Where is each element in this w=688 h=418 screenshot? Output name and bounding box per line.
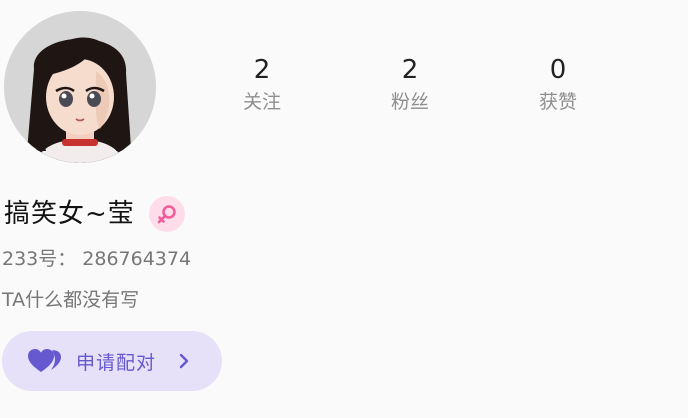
uid-value: 286764374	[82, 248, 192, 270]
user-id: 233号： 286764374	[2, 244, 191, 274]
stat-likes[interactable]: 0 获赞	[508, 54, 608, 116]
female-gender-badge	[148, 196, 185, 232]
female-icon	[157, 205, 176, 224]
heart-pair-icon	[28, 349, 61, 372]
stat-fans[interactable]: 2 粉丝	[360, 54, 460, 116]
following-label: 关注	[242, 91, 281, 113]
likes-count: 0	[549, 55, 567, 85]
stat-following[interactable]: 2 关注	[212, 54, 312, 116]
fans-label: 粉丝	[390, 91, 429, 113]
following-count: 2	[253, 55, 271, 85]
fans-count: 2	[401, 55, 419, 85]
apply-pair-label: 申请配对	[76, 351, 157, 374]
avatar-illustration	[4, 11, 156, 163]
nickname: 搞笑女~莹	[4, 199, 135, 229]
avatar[interactable]	[4, 11, 156, 163]
nickname-row: 搞笑女~莹	[4, 194, 185, 234]
chevron-right-icon	[178, 352, 190, 370]
uid-label: 233号：	[2, 248, 77, 270]
likes-label: 获赞	[538, 91, 577, 113]
apply-pair-button[interactable]: 申请配对	[2, 331, 222, 391]
bio: TA什么都没有写	[2, 289, 140, 311]
